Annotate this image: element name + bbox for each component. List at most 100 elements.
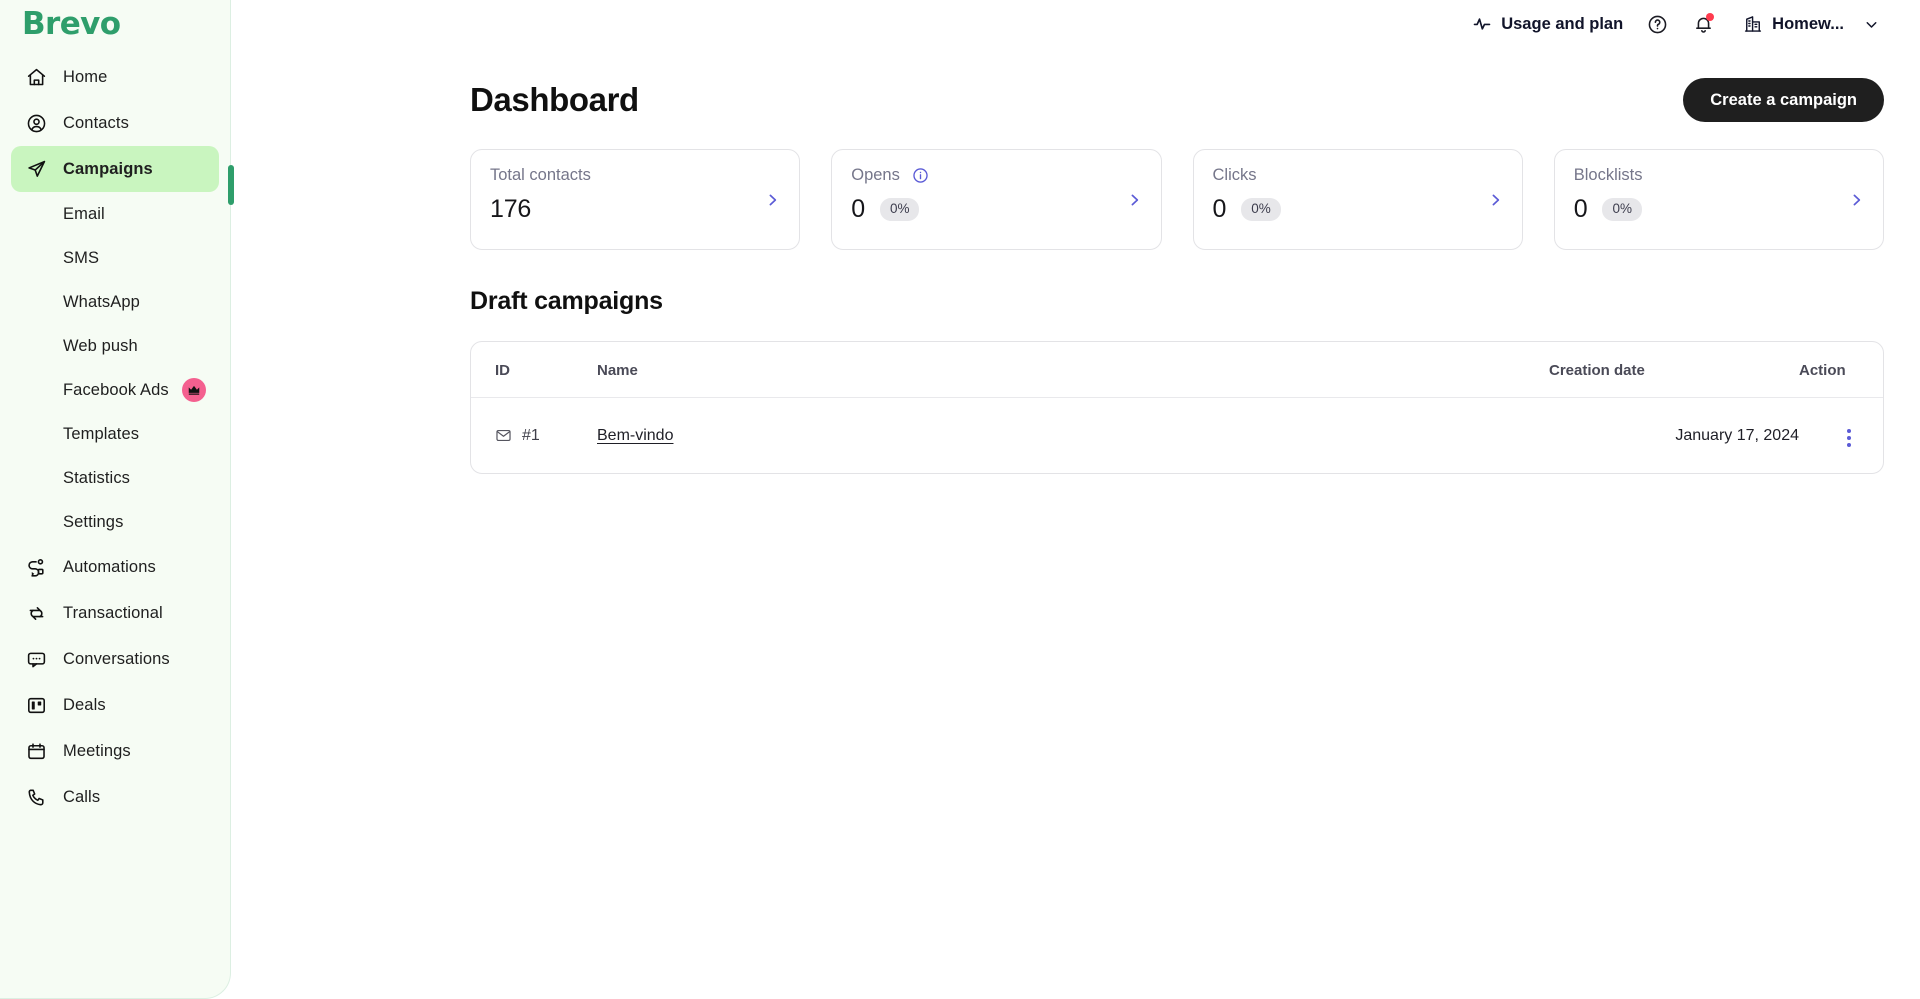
stat-value-row: 176 <box>490 195 780 224</box>
sidebar-item-calls[interactable]: Calls <box>11 774 219 820</box>
phone-icon <box>25 786 47 808</box>
stat-value-row: 0 0% <box>1574 195 1864 224</box>
app-root: Brevo Home Contacts Campaigns Email SMS … <box>0 0 1920 999</box>
stat-value: 0 <box>1212 195 1227 223</box>
sidebar-item-deals[interactable]: Deals <box>11 682 219 728</box>
sidebar-item-conversations[interactable]: Conversations <box>11 636 219 682</box>
cell-name: Bem-vindo <box>597 398 1549 474</box>
sidebar-subitem-whatsapp[interactable]: WhatsApp <box>11 280 219 324</box>
stat-card-total-contacts[interactable]: Total contacts 176 <box>470 149 801 250</box>
sidebar-item-transactional[interactable]: Transactional <box>11 590 219 636</box>
stat-label: Blocklists <box>1573 166 1643 184</box>
stat-value: 0 <box>1573 195 1588 223</box>
organization-label: Homew... <box>1772 14 1844 33</box>
stat-label: Clicks <box>1212 166 1257 184</box>
usage-and-plan-button[interactable]: Usage and plan <box>1464 8 1631 40</box>
sidebar-nav: Home Contacts Campaigns Email SMS WhatsA… <box>0 54 230 820</box>
campaign-name-link[interactable]: Bem-vindo <box>597 427 673 444</box>
notifications-button[interactable] <box>1683 4 1723 44</box>
stat-value: 176 <box>490 195 532 223</box>
sidebar-subitem-templates[interactable]: Templates <box>11 412 219 456</box>
organization-switcher[interactable]: Homew... <box>1733 8 1884 40</box>
table-body: #1 Bem-vindo January 17, 2024 <box>471 398 1883 474</box>
column-header-name: Name <box>597 342 1549 398</box>
sidebar-subitem-label: Settings <box>63 512 124 531</box>
chevron-right-icon[interactable] <box>1126 191 1143 208</box>
sidebar-item-label: Transactional <box>63 603 163 622</box>
sidebar-item-label: Meetings <box>63 741 131 760</box>
stat-card-blocklists[interactable]: Blocklists 0 0% <box>1553 149 1884 250</box>
main-content: Dashboard Create a campaign Total contac… <box>231 48 1920 999</box>
stat-label-row: Opens <box>851 166 1141 185</box>
table-row[interactable]: #1 Bem-vindo January 17, 2024 <box>471 398 1883 474</box>
sidebar-subitem-email[interactable]: Email <box>11 192 219 236</box>
sidebar-item-contacts[interactable]: Contacts <box>11 100 219 146</box>
sidebar-subitem-sms[interactable]: SMS <box>11 236 219 280</box>
page-header: Dashboard Create a campaign <box>470 72 1884 128</box>
cell-action <box>1799 398 1883 474</box>
table-head: ID Name Creation date Action <box>471 342 1883 398</box>
sidebar-item-label: Campaigns <box>63 159 153 178</box>
sidebar-item-label: Calls <box>63 787 101 806</box>
sidebar-item-automations[interactable]: Automations <box>11 544 219 590</box>
sidebar-subitem-facebook-ads[interactable]: Facebook Ads <box>11 368 219 412</box>
stat-label: Opens <box>851 166 900 184</box>
conversations-icon <box>25 648 47 670</box>
stat-label-row: Clicks <box>1213 166 1503 185</box>
sidebar-subitem-settings[interactable]: Settings <box>11 500 219 544</box>
sidebar-item-home[interactable]: Home <box>11 54 219 100</box>
stat-percent-badge: 0% <box>1602 198 1642 221</box>
column-header-action: Action <box>1799 342 1883 398</box>
sidebar-item-label: Contacts <box>63 113 129 132</box>
contacts-icon <box>25 112 47 134</box>
sidebar-item-label: Home <box>63 67 108 86</box>
help-circle-icon <box>1647 14 1668 35</box>
stat-card-clicks[interactable]: Clicks 0 0% <box>1192 149 1523 250</box>
sidebar-item-label: Conversations <box>63 649 170 668</box>
stat-value-row: 0 0% <box>1213 195 1503 224</box>
cell-creation-date: January 17, 2024 <box>1675 426 1799 444</box>
sidebar-item-label: Deals <box>63 695 106 714</box>
sidebar-subitem-label: Email <box>63 204 105 223</box>
cell-id: #1 <box>471 398 597 474</box>
activity-icon <box>1472 14 1492 34</box>
sidebar-subitem-label: SMS <box>63 248 100 267</box>
stat-label-row: Blocklists <box>1574 166 1864 185</box>
automations-icon <box>25 556 47 578</box>
table-header-row: ID Name Creation date Action <box>471 342 1883 398</box>
sidebar-item-meetings[interactable]: Meetings <box>11 728 219 774</box>
page-title: Dashboard <box>470 81 639 118</box>
calendar-icon <box>25 740 47 762</box>
row-id-text: #1 <box>522 426 540 444</box>
chevron-right-icon[interactable] <box>764 191 781 208</box>
chevron-down-icon[interactable] <box>1863 16 1880 33</box>
sidebar-item-label: Automations <box>63 557 156 576</box>
sidebar: Brevo Home Contacts Campaigns Email SMS … <box>0 0 234 999</box>
draft-campaigns-table-card: ID Name Creation date Action #1 Bem-vind… <box>470 341 1884 474</box>
create-campaign-button[interactable]: Create a campaign <box>1683 78 1884 122</box>
home-icon <box>25 66 47 88</box>
brevo-logo[interactable]: Brevo <box>22 6 121 42</box>
sidebar-subitem-statistics[interactable]: Statistics <box>11 456 219 500</box>
stat-label: Total contacts <box>490 166 591 184</box>
sidebar-subitem-label: Templates <box>63 424 140 443</box>
sidebar-subitem-web-push[interactable]: Web push <box>11 324 219 368</box>
stat-cards: Total contacts 176 Opens 0 0% Clicks 0 0… <box>470 149 1884 250</box>
stat-card-opens[interactable]: Opens 0 0% <box>831 149 1162 250</box>
column-header-creation-date: Creation date <box>1549 342 1799 398</box>
envelope-icon <box>495 427 512 444</box>
deals-icon <box>25 694 47 716</box>
help-button[interactable] <box>1637 4 1677 44</box>
draft-campaigns-table: ID Name Creation date Action #1 Bem-vind… <box>471 342 1883 473</box>
usage-and-plan-label: Usage and plan <box>1501 14 1624 33</box>
draft-campaigns-title: Draft campaigns <box>470 287 663 315</box>
chevron-right-icon[interactable] <box>1487 191 1504 208</box>
chevron-right-icon[interactable] <box>1848 191 1865 208</box>
stat-percent-badge: 0% <box>879 198 920 221</box>
crown-icon <box>181 378 206 402</box>
stat-value: 0 <box>851 195 865 223</box>
kebab-menu-icon[interactable] <box>1839 425 1859 451</box>
info-icon[interactable] <box>912 167 929 184</box>
column-header-id: ID <box>471 342 597 398</box>
sidebar-item-campaigns[interactable]: Campaigns <box>11 146 219 192</box>
